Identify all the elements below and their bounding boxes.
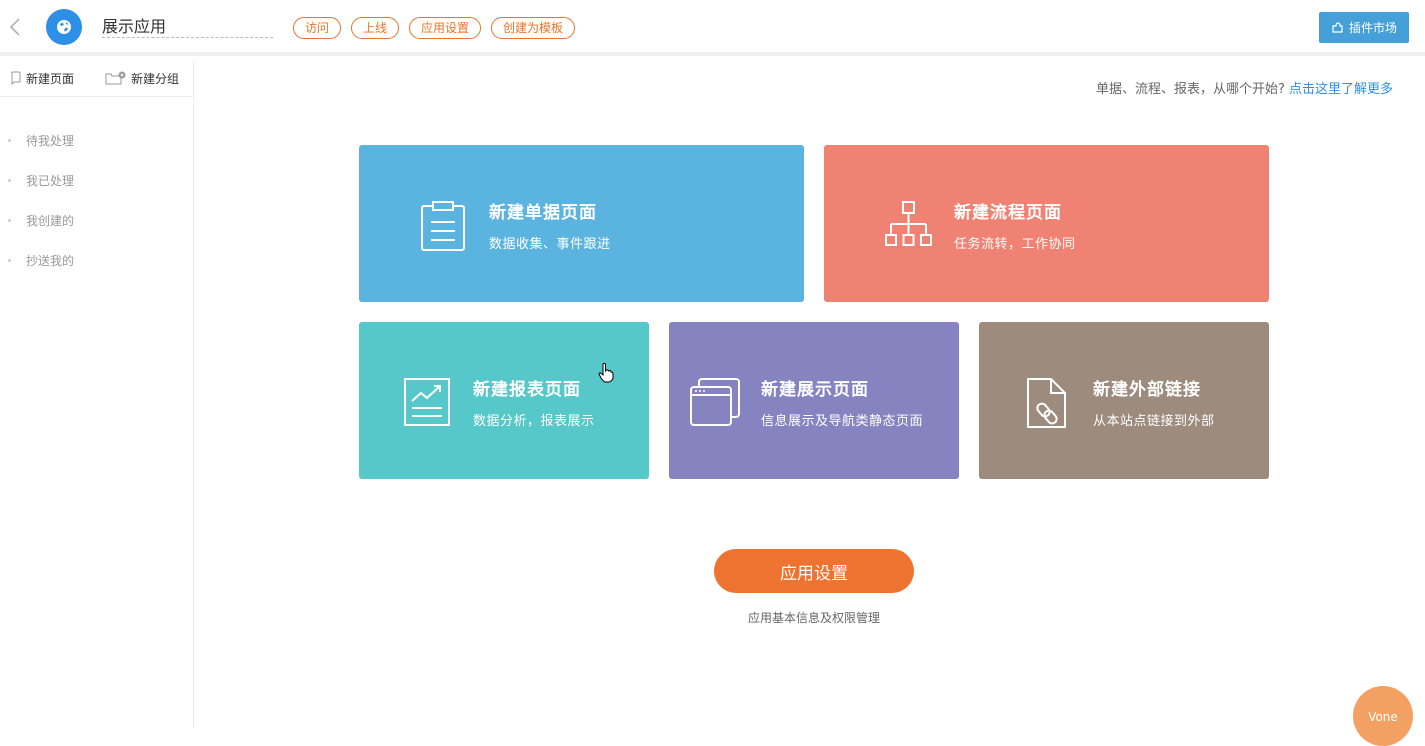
new-page-label: 新建页面 xyxy=(26,71,75,86)
sidebar-actions: 新建页面 新建分组 xyxy=(0,60,193,97)
new-report-page-card[interactable]: 新建报表页面 数据分析，报表展示 xyxy=(359,322,649,479)
bullet-icon xyxy=(8,218,11,222)
new-display-page-card[interactable]: 新建展示页面 信息展示及导航类静态页面 xyxy=(669,322,959,479)
sidebar-list: 待我处理 我已处理 我创建的 抄送我的 xyxy=(0,97,193,280)
back-button[interactable] xyxy=(8,16,26,38)
link-file-icon xyxy=(1027,378,1066,428)
hint-text: 单据、流程、报表，从哪个开始? xyxy=(1095,82,1285,97)
new-group-button[interactable]: 新建分组 xyxy=(105,70,179,87)
new-page-button[interactable]: 新建页面 xyxy=(10,70,74,87)
card-title: 新建报表页面 xyxy=(473,380,581,400)
sidebar: 新建页面 新建分组 待我处理 我已处理 我创建的 抄送我的 xyxy=(0,60,194,728)
card-desc: 信息展示及导航类静态页面 xyxy=(761,414,924,429)
window-icon xyxy=(690,378,740,426)
page-icon xyxy=(11,71,21,85)
top-bar: 展示应用 访问 上线 应用设置 创建为模板 插件市场 xyxy=(0,0,1425,56)
folder-add-icon xyxy=(105,71,126,85)
vone-label: Vone xyxy=(1368,710,1398,724)
sidebar-item-created[interactable]: 我创建的 xyxy=(0,200,193,240)
app-actions: 访问 上线 应用设置 创建为模板 xyxy=(293,17,576,39)
new-group-label: 新建分组 xyxy=(130,71,179,86)
sidebar-item-label: 待我处理 xyxy=(26,133,75,148)
app-settings-button[interactable]: 应用设置 xyxy=(714,549,914,593)
help-hint: 单据、流程、报表，从哪个开始? 点击这里了解更多 xyxy=(1020,78,1393,97)
sidebar-item-pending[interactable]: 待我处理 xyxy=(0,120,193,160)
vone-assistant-button[interactable]: Vone xyxy=(1353,686,1413,746)
new-flow-page-card[interactable]: 新建流程页面 任务流转，工作协同 xyxy=(824,145,1269,302)
bullet-icon xyxy=(8,178,11,182)
visit-button[interactable]: 访问 xyxy=(293,17,342,39)
puzzle-icon xyxy=(1332,22,1343,33)
card-title: 新建单据页面 xyxy=(489,203,597,223)
app-name-input[interactable]: 展示应用 xyxy=(102,16,273,38)
app-settings-tag-button[interactable]: 应用设置 xyxy=(409,17,482,39)
chart-icon xyxy=(404,378,450,426)
bullet-icon xyxy=(8,258,11,262)
card-desc: 任务流转，工作协同 xyxy=(954,237,1076,252)
new-external-link-card[interactable]: 新建外部链接 从本站点链接到外部 xyxy=(979,322,1269,479)
sidebar-item-cc[interactable]: 抄送我的 xyxy=(0,240,193,280)
bullet-icon xyxy=(8,138,11,142)
card-title: 新建流程页面 xyxy=(954,203,1062,223)
learn-more-link[interactable]: 点击这里了解更多 xyxy=(1289,82,1393,97)
card-title: 新建外部链接 xyxy=(1093,380,1201,400)
chevron-left-icon xyxy=(9,18,20,36)
clipboard-icon xyxy=(421,201,465,251)
new-form-page-card[interactable]: 新建单据页面 数据收集、事件跟进 xyxy=(359,145,804,302)
publish-button[interactable]: 上线 xyxy=(351,17,400,39)
card-desc: 数据分析，报表展示 xyxy=(473,414,595,429)
sidebar-item-processed[interactable]: 我已处理 xyxy=(0,160,193,200)
sidebar-item-label: 抄送我的 xyxy=(26,253,75,268)
plugin-market-label: 插件市场 xyxy=(1348,21,1397,35)
sidebar-item-label: 我已处理 xyxy=(26,173,75,188)
hand-cursor-icon xyxy=(598,363,614,383)
create-template-button[interactable]: 创建为模板 xyxy=(491,17,576,39)
app-settings-desc: 应用基本信息及权限管理 xyxy=(747,611,880,625)
card-desc: 数据收集、事件跟进 xyxy=(489,237,611,252)
sidebar-item-label: 我创建的 xyxy=(26,213,75,228)
card-title: 新建展示页面 xyxy=(761,380,869,400)
flowchart-icon xyxy=(885,201,932,246)
globe-icon xyxy=(46,9,82,45)
card-desc: 从本站点链接到外部 xyxy=(1093,414,1215,429)
plugin-market-button[interactable]: 插件市场 xyxy=(1319,12,1409,43)
